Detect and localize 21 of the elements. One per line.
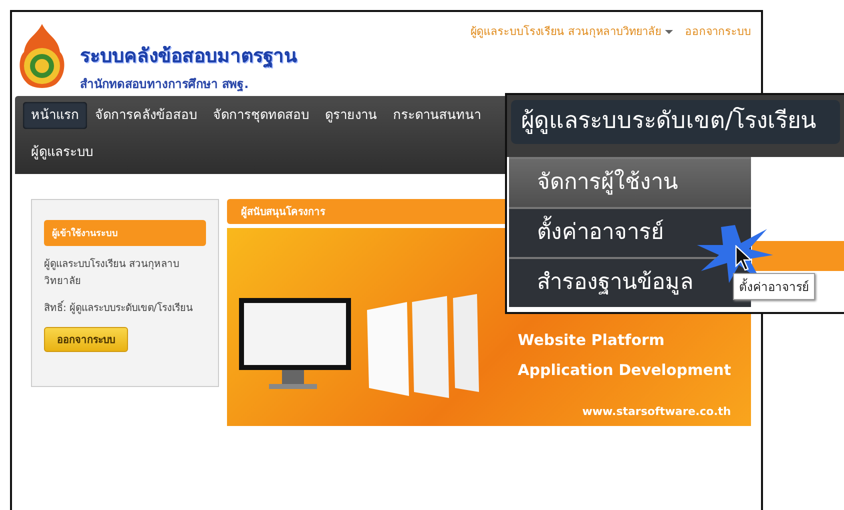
nav-item[interactable]: จัดการคลังข้อสอบ: [87, 102, 205, 129]
site-title: ระบบคลังข้อสอบมาตรฐาน: [80, 44, 297, 70]
caret-icon: [665, 30, 673, 34]
admin-menu-title[interactable]: ผู้ดูแลระบบระดับเขต/โรงเรียน: [511, 100, 840, 144]
mouse-cursor-icon: [735, 245, 753, 271]
logout-button[interactable]: ออกจากระบบ: [44, 327, 128, 352]
banner-text: Website Platform: [518, 331, 665, 349]
role-text: สิทธิ์: ผู้ดูแลระบบระดับเขต/โรงเรียน: [44, 300, 206, 317]
dropdown-menu-item[interactable]: ตั้งค่าอาจารย์: [509, 207, 751, 257]
nav-item[interactable]: กระดานสนทนา: [385, 102, 489, 129]
banner-text: Application Development: [518, 361, 731, 379]
nav-item[interactable]: ผู้ดูแลระบบ: [23, 139, 101, 166]
banner-url-text: www.starsoftware.co.th: [582, 405, 731, 418]
nav-item[interactable]: หน้าแรก: [23, 102, 87, 129]
nav-item[interactable]: ดูรายงาน: [317, 102, 385, 129]
panel-heading: ผู้เข้าใช้งานระบบ: [44, 220, 206, 246]
user-name-text: ผู้ดูแลระบบโรงเรียน สวนกุหลาบวิทยาลัย: [44, 257, 180, 289]
tooltip: ตั้งค่าอาจารย์: [733, 273, 815, 300]
site-subtitle: สำนักทดสอบทางการศึกษา สพฐ.: [80, 76, 250, 93]
nav-item[interactable]: จัดการชุดทดสอบ: [205, 102, 317, 129]
dropdown-menu-item[interactable]: จัดการผู้ใช้งาน: [509, 157, 751, 207]
